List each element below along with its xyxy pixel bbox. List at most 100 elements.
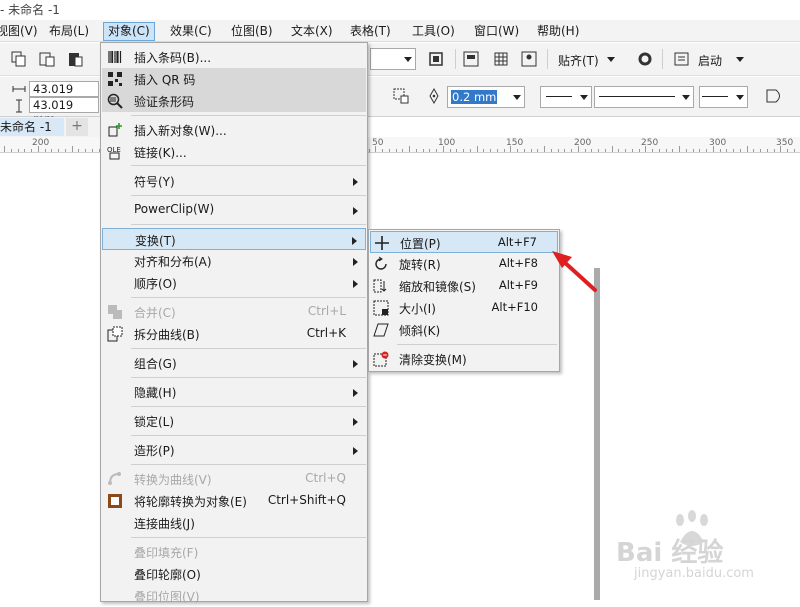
outline-width-input[interactable]: 0.2 mm — [451, 90, 498, 104]
menu-bitmaps[interactable]: 位图(B) — [227, 22, 277, 41]
watermark-brand: Bai 经验 — [616, 538, 724, 568]
menu-item-overprint-outline[interactable]: 叠印轮廓(O) — [102, 563, 366, 585]
submenu-arrow-icon — [353, 389, 358, 397]
ruler-tick — [611, 146, 613, 152]
ruler-tick — [598, 149, 599, 152]
menu-item-links[interactable]: OLE 链接(K)... — [102, 141, 366, 163]
end-arrow-field[interactable] — [699, 86, 732, 108]
menu-tools[interactable]: 工具(O) — [408, 22, 459, 41]
menu-separator — [131, 165, 366, 166]
submenu-item-rotate[interactable]: 旋转(R) Alt+F8 — [370, 253, 558, 275]
menu-item-insert-qr-code[interactable]: 插入 QR 码 — [102, 68, 366, 90]
ruler-tick — [739, 149, 741, 152]
launch-button[interactable]: 启动 — [698, 52, 722, 69]
menu-effects[interactable]: 效果(C) — [166, 22, 216, 41]
ruler-tick — [557, 149, 559, 152]
menu-item-group[interactable]: 组合(G) — [102, 352, 366, 374]
outline-width-dropdown[interactable] — [509, 86, 525, 108]
menu-window[interactable]: 窗口(W) — [470, 22, 523, 41]
menu-text[interactable]: 文本(X) — [287, 22, 337, 41]
full-screen-icon[interactable] — [427, 50, 445, 68]
window-title: - 未命名 -1 — [0, 3, 60, 17]
ruler-label: 200 — [32, 138, 50, 148]
ruler-tick — [685, 149, 687, 152]
menu-table[interactable]: 表格(T) — [346, 22, 395, 41]
object-width-field[interactable]: 43.019 mm — [29, 81, 99, 110]
ruler-tick — [71, 146, 73, 152]
settings-gear-icon[interactable] — [636, 50, 654, 68]
clipboard-icon[interactable] — [66, 50, 84, 68]
transform-origin-icon[interactable] — [392, 87, 410, 105]
snap-dropdown-icon[interactable] — [607, 57, 615, 62]
ruler-tick — [537, 149, 539, 152]
show-grid-icon[interactable] — [492, 50, 510, 68]
menu-help[interactable]: 帮助(H) — [533, 22, 583, 41]
menu-item-transformations[interactable]: 变换(T) — [102, 228, 366, 250]
submenu-arrow-icon — [353, 258, 358, 266]
submenu-item-skew[interactable]: 倾斜(K) — [370, 319, 558, 341]
pen-nib-icon — [429, 87, 439, 105]
ruler-tick — [766, 149, 768, 152]
ruler-tick — [753, 149, 755, 152]
submenu-arrow-icon — [353, 360, 358, 368]
ruler-tick — [577, 146, 579, 152]
line-style-field[interactable] — [594, 86, 678, 108]
ruler-tick — [679, 146, 680, 152]
width-icon — [12, 86, 26, 92]
submenu-item-scale-mirror[interactable]: 缩放和镜像(S) Alt+F9 — [370, 275, 558, 297]
start-arrow-dropdown[interactable] — [576, 86, 592, 108]
close-curve-icon[interactable] — [764, 87, 786, 105]
object-height-field[interactable]: 43.019 mm — [29, 97, 99, 126]
line-style-dropdown[interactable] — [678, 86, 694, 108]
menu-view[interactable]: 视图(V) — [0, 22, 42, 41]
menu-item-overprint-bitmap[interactable]: 叠印位图(V) — [102, 585, 366, 607]
menu-item-order[interactable]: 顺序(O) — [102, 272, 366, 294]
start-arrow-field[interactable] — [540, 86, 576, 108]
menu-item-symbol[interactable]: 符号(Y) — [102, 170, 366, 192]
ruler-tick — [706, 149, 707, 152]
submenu-item-position[interactable]: 位置(P) Alt+F7 — [370, 231, 558, 253]
rotate-icon — [375, 256, 387, 270]
ruler-tick — [442, 146, 444, 152]
show-rulers-icon[interactable] — [462, 50, 480, 68]
menu-item-powerclip[interactable]: PowerClip(W) — [102, 199, 366, 221]
ruler-label: 200 — [574, 138, 592, 148]
menu-item-lock[interactable]: 锁定(L) — [102, 410, 366, 432]
launch-icon[interactable] — [673, 50, 691, 68]
ruler-tick — [17, 149, 19, 152]
menu-item-combine[interactable]: 合并(C) Ctrl+L — [102, 301, 366, 323]
paste-icon[interactable] — [38, 50, 56, 68]
menu-item-convert-to-curves[interactable]: 转换为曲线(V) Ctrl+Q — [102, 468, 366, 490]
menu-item-break-curve[interactable]: 拆分曲线(B) Ctrl+K — [102, 323, 366, 345]
scale-mirror-icon — [373, 279, 387, 293]
submenu-item-clear-transformations[interactable]: 清除变换(M) — [370, 348, 558, 370]
menu-item-insert-new-object[interactable]: 插入新对象(W)... — [102, 119, 366, 141]
menu-item-outline-to-object[interactable]: 将轮廓转换为对象(E) Ctrl+Shift+Q — [102, 490, 366, 512]
skew-icon — [373, 323, 389, 337]
menu-item-align-distribute[interactable]: 对齐和分布(A) — [102, 250, 366, 272]
menu-item-insert-barcode[interactable]: 插入条码(B)... — [102, 46, 366, 68]
zoom-field[interactable] — [370, 48, 400, 70]
launch-dropdown-icon[interactable] — [736, 57, 744, 62]
menu-layout[interactable]: 布局(L) — [45, 22, 93, 41]
ruler-tick — [395, 149, 397, 152]
submenu-item-size[interactable]: 大小(I) Alt+F10 — [370, 297, 558, 319]
menu-item-hide[interactable]: 隐藏(H) — [102, 381, 366, 403]
ruler-tick — [37, 146, 39, 152]
menu-item-join-curves[interactable]: 连接曲线(J) — [102, 512, 366, 534]
copy-icon[interactable] — [10, 50, 28, 68]
menu-item-validate-barcode[interactable]: 验证条形码 — [102, 90, 366, 112]
menu-item-shaping[interactable]: 造形(P) — [102, 439, 366, 461]
add-document-tab-button[interactable]: + — [66, 118, 88, 136]
snap-to-button[interactable]: 贴齐(T) — [558, 52, 599, 69]
show-guidelines-icon[interactable] — [520, 50, 538, 68]
ruler-label: 50 — [372, 138, 384, 148]
document-tab-label: 未命名 -1 — [0, 120, 52, 134]
end-arrow-dropdown[interactable] — [732, 86, 748, 108]
menu-object[interactable]: 对象(C) — [103, 22, 155, 41]
menu-item-overprint-fill[interactable]: 叠印填充(F) — [102, 541, 366, 563]
document-tab[interactable]: 未命名 -1 — [0, 118, 64, 136]
ruler-tick — [544, 146, 545, 152]
ruler-tick — [64, 149, 66, 152]
zoom-dropdown-button[interactable] — [400, 48, 416, 70]
